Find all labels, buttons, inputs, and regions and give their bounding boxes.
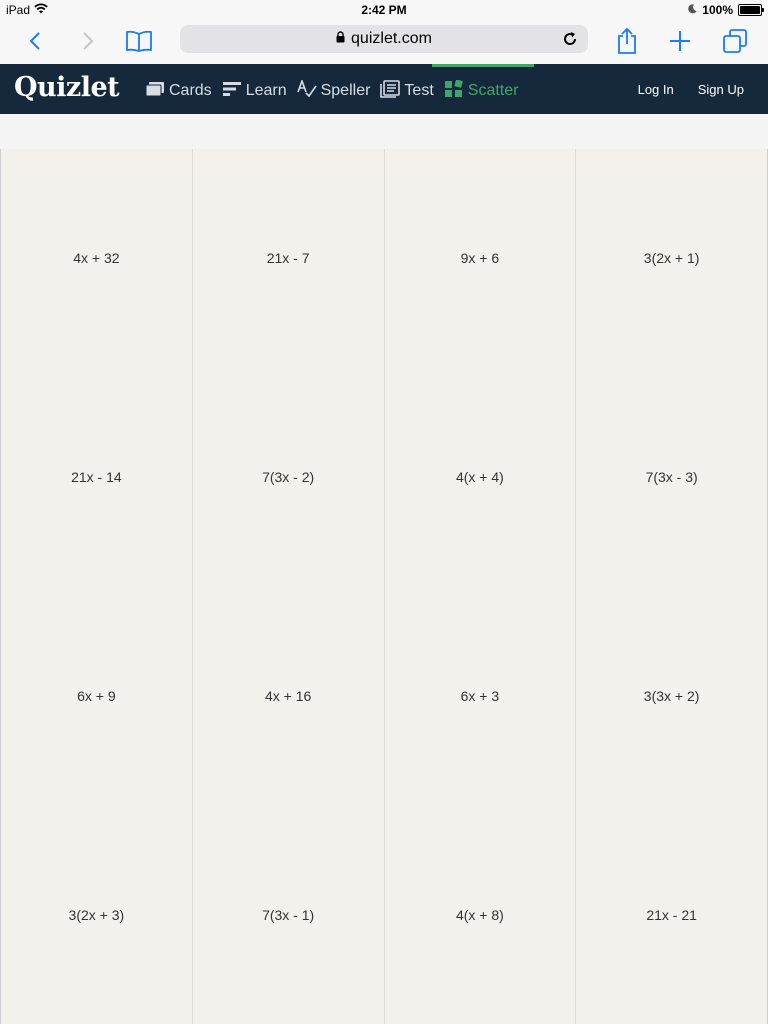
- browser-toolbar: quizlet.com: [0, 20, 768, 65]
- nav-learn[interactable]: Learn: [222, 64, 297, 114]
- scatter-card[interactable]: 4x + 16: [193, 586, 385, 806]
- game-toolbar: [0, 114, 768, 150]
- scatter-card[interactable]: 7(3x - 2): [193, 367, 385, 587]
- scatter-card[interactable]: 4(x + 4): [385, 367, 577, 587]
- auth-links: Log In Sign Up: [638, 64, 768, 114]
- scatter-card[interactable]: 7(3x - 3): [576, 367, 768, 587]
- cards-icon: [145, 81, 165, 102]
- back-icon[interactable]: [18, 24, 52, 58]
- scatter-card[interactable]: 6x + 3: [385, 586, 577, 806]
- bookmarks-icon[interactable]: [122, 24, 156, 58]
- scatter-card[interactable]: 3(3x + 2): [576, 586, 768, 806]
- nav-cards[interactable]: Cards: [145, 64, 222, 114]
- speller-icon: [296, 78, 317, 103]
- scatter-card[interactable]: 21x - 21: [576, 805, 768, 1024]
- address-field[interactable]: quizlet.com: [180, 25, 588, 53]
- test-icon: [380, 79, 401, 103]
- login-link[interactable]: Log In: [638, 82, 698, 97]
- scatter-card[interactable]: 4(x + 8): [385, 805, 577, 1024]
- scatter-card[interactable]: 4x + 32: [1, 149, 193, 368]
- clock: 2:42 PM: [361, 3, 407, 17]
- share-icon[interactable]: [610, 24, 644, 58]
- lock-icon: [336, 30, 345, 48]
- forward-icon[interactable]: [71, 24, 105, 58]
- battery-icon: [738, 4, 764, 16]
- study-mode-nav: Cards Learn Speller Test Scatter: [145, 64, 535, 114]
- scatter-card[interactable]: 21x - 14: [1, 367, 193, 587]
- scatter-card[interactable]: 7(3x - 1): [193, 805, 385, 1024]
- scatter-card[interactable]: 6x + 9: [1, 586, 193, 806]
- new-tab-icon[interactable]: [663, 24, 697, 58]
- moon-icon: [688, 3, 697, 17]
- nav-label: Cards: [169, 82, 212, 99]
- reload-icon[interactable]: [560, 29, 580, 49]
- learn-icon: [222, 81, 242, 102]
- scatter-card[interactable]: 9x + 6: [385, 149, 577, 368]
- url-text: quizlet.com: [351, 30, 432, 47]
- battery-percent: 100%: [702, 3, 733, 17]
- scatter-grid: 4x + 32 21x - 7 9x + 6 3(2x + 1) 21x - 1…: [0, 149, 768, 1024]
- nav-speller[interactable]: Speller: [296, 64, 381, 114]
- nav-label: Scatter: [467, 82, 519, 99]
- scatter-card[interactable]: 3(2x + 3): [1, 805, 193, 1024]
- site-header: Quizlet Cards Learn Speller Test Scatter…: [0, 64, 768, 114]
- nav-label: Test: [404, 82, 434, 99]
- scatter-card[interactable]: 3(2x + 1): [576, 149, 768, 368]
- nav-label: Learn: [245, 82, 287, 99]
- nav-test[interactable]: Test: [380, 64, 443, 114]
- nav-label: Speller: [320, 82, 371, 99]
- tabs-icon[interactable]: [718, 24, 752, 58]
- signup-link[interactable]: Sign Up: [698, 82, 768, 97]
- scatter-card[interactable]: 21x - 7: [193, 149, 385, 368]
- status-bar: iPad 2:42 PM 100%: [0, 0, 768, 20]
- quizlet-logo[interactable]: Quizlet: [14, 72, 120, 103]
- scatter-icon: [444, 78, 464, 103]
- nav-scatter[interactable]: Scatter: [431, 64, 535, 114]
